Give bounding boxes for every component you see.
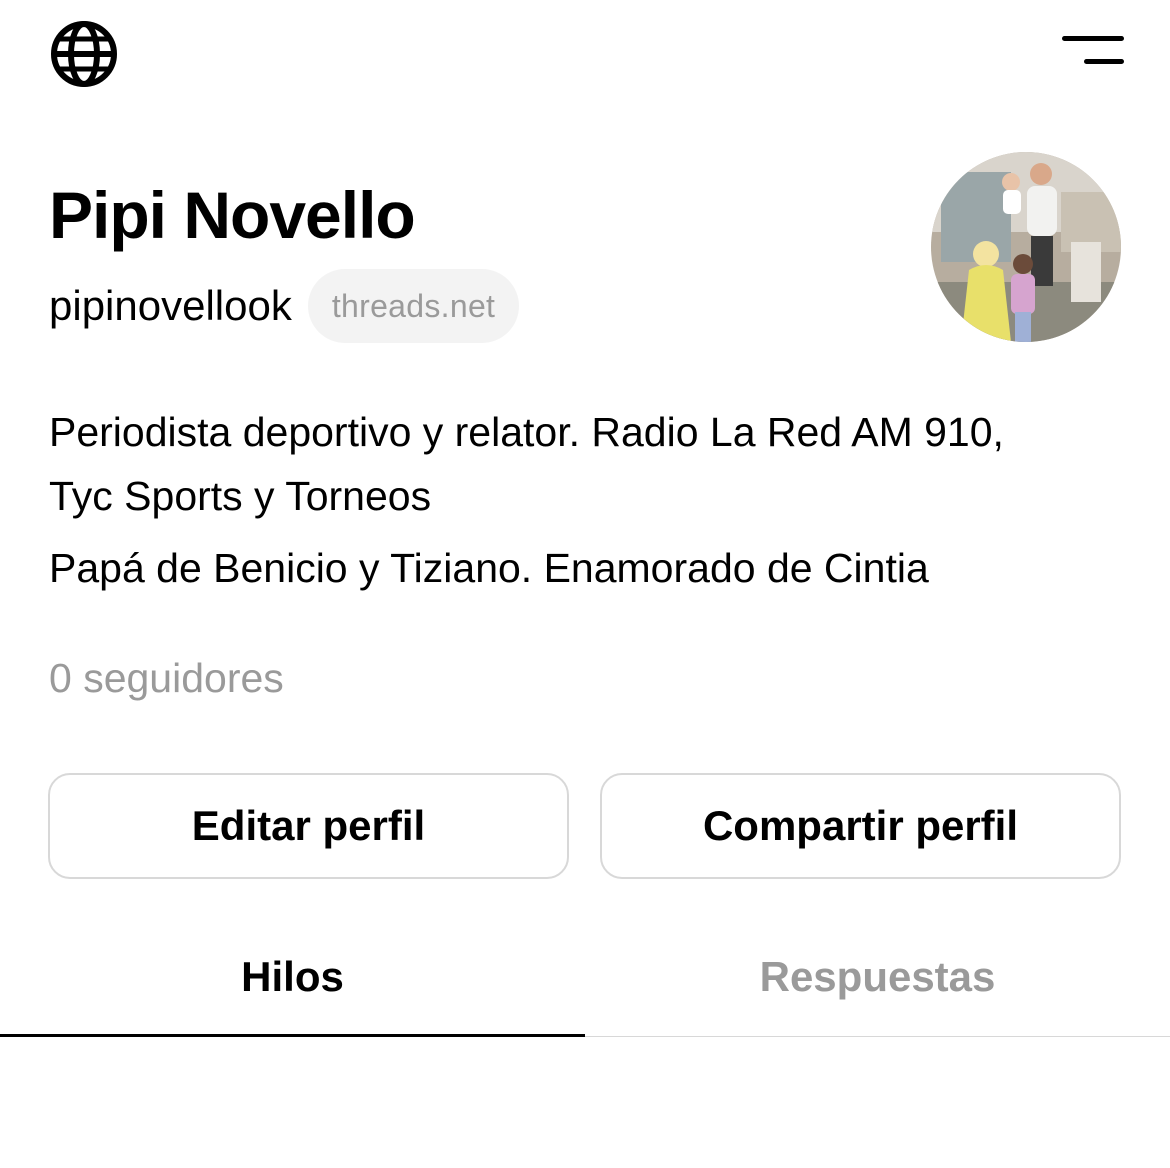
menu-bar-bottom	[1084, 59, 1124, 64]
bio-line-1: Periodista deportivo y relator. Radio La…	[49, 409, 1004, 455]
bio: Periodista deportivo y relator. Radio La…	[49, 400, 1139, 600]
tab-active-indicator	[0, 1034, 585, 1037]
followers-count[interactable]: 0 seguidores	[49, 652, 284, 704]
bio-line-2: Tyc Sports y Torneos	[49, 473, 432, 519]
edit-profile-button[interactable]: Editar perfil	[48, 773, 569, 879]
handle-row: pipinovellook threads.net	[49, 268, 520, 344]
menu-bar-top	[1062, 36, 1124, 41]
avatar[interactable]	[931, 152, 1121, 342]
globe-icon[interactable]	[50, 20, 118, 88]
share-profile-button[interactable]: Compartir perfil	[600, 773, 1121, 879]
profile-handle: pipinovellook	[49, 282, 292, 329]
profile-name: Pipi Novello	[49, 178, 416, 252]
domain-badge[interactable]: threads.net	[307, 269, 520, 343]
profile-page: Pipi Novello pipinovellook threads.net P…	[0, 0, 1170, 1168]
tab-respuestas[interactable]: Respuestas	[585, 940, 1170, 1014]
menu-icon[interactable]	[1058, 30, 1124, 74]
bio-line-3: Papá de Benicio y Tiziano. Enamorado de …	[49, 545, 929, 591]
avatar-photo	[931, 152, 1121, 342]
tab-hilos[interactable]: Hilos	[0, 940, 585, 1014]
